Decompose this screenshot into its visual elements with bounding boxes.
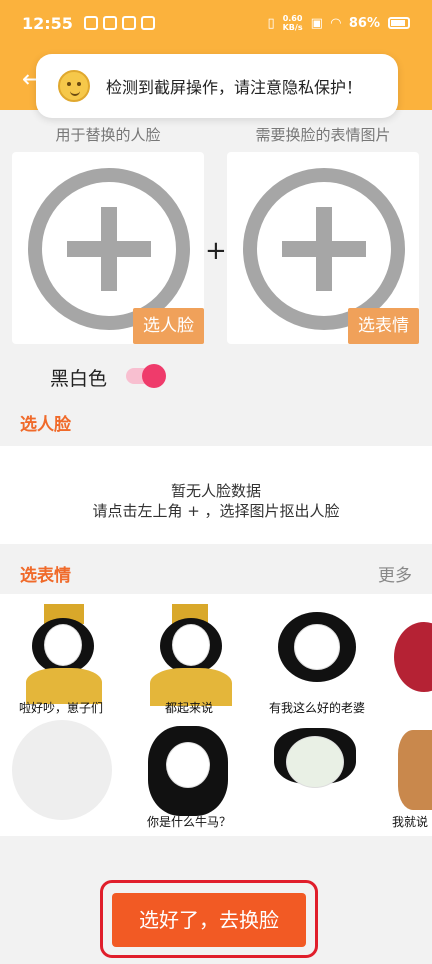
face-section-title: 选人脸 bbox=[20, 415, 71, 435]
sticker-caption: 有我这么好的老婆 bbox=[268, 701, 365, 715]
add-expression-icon[interactable] bbox=[243, 168, 405, 330]
sticker-item[interactable]: 有我这么好的老婆 bbox=[260, 602, 374, 718]
sticker-caption: 都起来说 bbox=[164, 701, 213, 715]
bw-toggle[interactable] bbox=[126, 364, 166, 388]
sticker-item[interactable] bbox=[260, 716, 374, 832]
sim-icon: ▣ bbox=[310, 15, 323, 31]
expression-section-title: 选表情 bbox=[20, 566, 71, 586]
notification-icons bbox=[84, 16, 155, 30]
vibrate-icon: ▯ bbox=[267, 15, 275, 31]
empty-face-hint: 请点击左上角 + ，选择图片抠出人脸 bbox=[92, 502, 340, 520]
sticker-item[interactable]: 啦好吵，崽子们 bbox=[4, 602, 118, 718]
battery-percent: 86% bbox=[348, 15, 380, 31]
battery-icon bbox=[388, 17, 410, 29]
expression-picker-label: 需要换脸的表情图片 bbox=[255, 126, 391, 144]
emoji-icon bbox=[58, 70, 90, 102]
select-face-button[interactable]: 选人脸 bbox=[133, 308, 204, 344]
select-expression-button[interactable]: 选表情 bbox=[348, 308, 419, 344]
bw-label: 黑白色 bbox=[50, 368, 108, 390]
sticker-item[interactable] bbox=[4, 716, 118, 832]
sticker-caption: 啦好吵，崽子们 bbox=[18, 701, 103, 715]
go-swap-button[interactable]: 选好了，去换脸 bbox=[112, 893, 306, 947]
calendar-icon bbox=[122, 16, 136, 30]
wifi-icon: ◠ bbox=[330, 15, 341, 31]
sticker-caption: 你是什么牛马？ bbox=[146, 815, 231, 829]
network-speed-unit: KB/s bbox=[282, 23, 303, 32]
weibo-icon bbox=[103, 16, 117, 30]
add-face-icon[interactable] bbox=[28, 168, 190, 330]
sticker-item[interactable] bbox=[388, 602, 432, 718]
sticker-caption: 我就说 bbox=[391, 815, 428, 829]
link-icon bbox=[141, 16, 155, 30]
status-time: 12:55 bbox=[22, 14, 73, 33]
status-right: ▯ 0.60 KB/s ▣ ◠ 86% bbox=[267, 14, 410, 32]
plus-join-icon: + bbox=[205, 236, 227, 266]
expression-picker-card[interactable]: 选表情 bbox=[227, 152, 419, 344]
face-picker-card[interactable]: 选人脸 bbox=[12, 152, 204, 344]
toast-message: 检测到截屏操作，请注意隐私保护！ bbox=[106, 78, 363, 97]
network-speed-value: 0.60 bbox=[282, 14, 303, 23]
sticker-item[interactable]: 都起来说 bbox=[132, 602, 246, 718]
empty-face-title: 暂无人脸数据 bbox=[170, 482, 261, 500]
sticker-item[interactable]: 我就说 bbox=[388, 716, 432, 832]
app-notification-icon bbox=[84, 16, 98, 30]
face-picker-label: 用于替换的人脸 bbox=[55, 126, 161, 144]
toggle-knob bbox=[142, 364, 166, 388]
screenshot-toast: 检测到截屏操作，请注意隐私保护！ bbox=[36, 54, 398, 118]
network-speed: 0.60 KB/s bbox=[283, 14, 303, 32]
more-link[interactable]: 更多 bbox=[378, 561, 412, 586]
sticker-item[interactable]: 你是什么牛马？ bbox=[132, 716, 246, 832]
sticker-grid: 啦好吵，崽子们 都起来说 有我这么好的老婆 你是什么牛马？ 我就说 bbox=[0, 594, 432, 836]
